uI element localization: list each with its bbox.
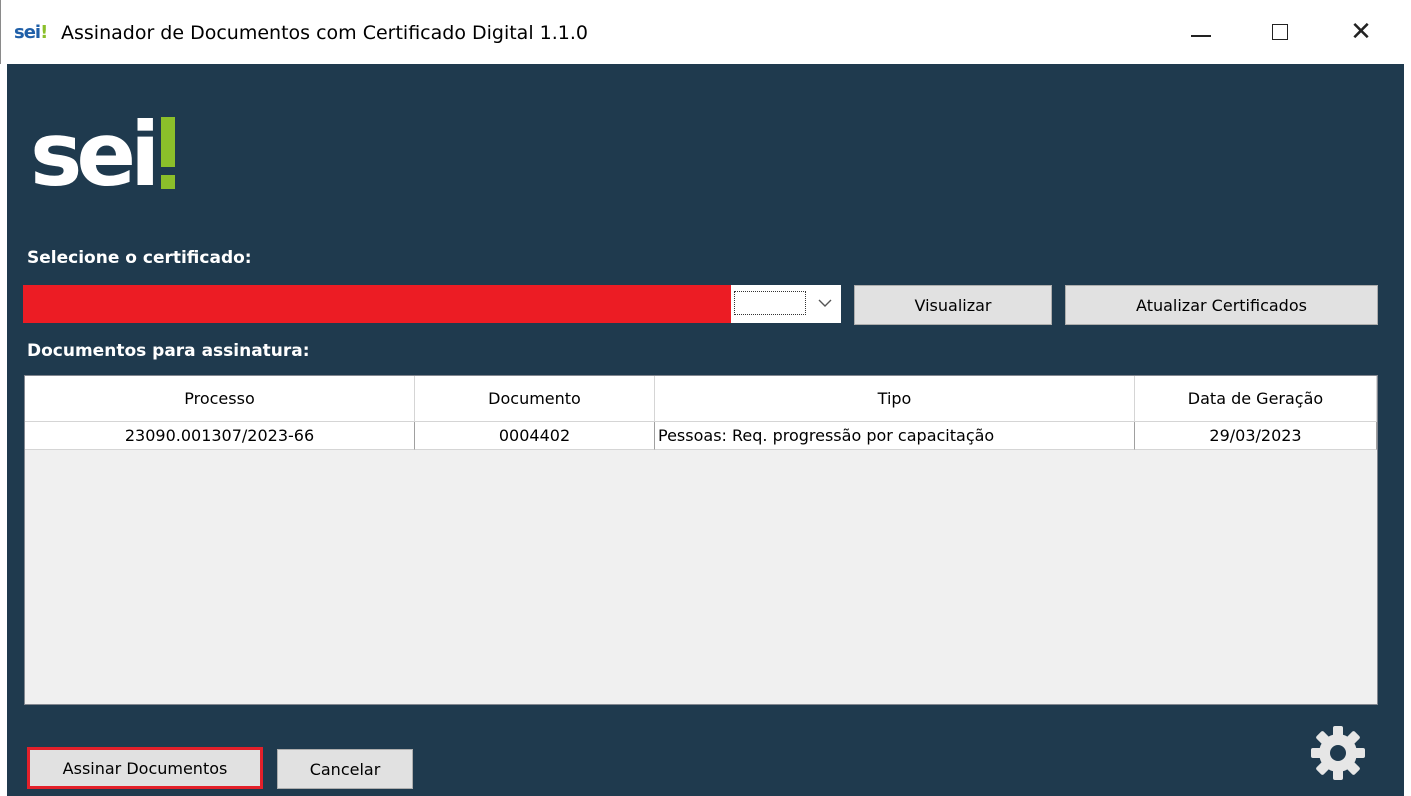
- app-logo-small-bang: !: [40, 22, 48, 43]
- cell-data: 29/03/2023: [1135, 422, 1377, 450]
- cancel-button[interactable]: Cancelar: [277, 749, 413, 789]
- maximize-icon[interactable]: [1255, 12, 1305, 52]
- cell-processo: 23090.001307/2023-66: [25, 422, 415, 450]
- chevron-down-icon[interactable]: [813, 291, 837, 315]
- column-header-processo[interactable]: Processo: [25, 376, 415, 422]
- certificate-label: Selecione o certificado:: [27, 248, 252, 268]
- documents-table: Processo Documento Tipo Data de Geração …: [24, 375, 1378, 705]
- column-header-tipo[interactable]: Tipo: [655, 376, 1135, 422]
- window-title: Assinador de Documentos com Certificado …: [61, 22, 588, 44]
- table-header: Processo Documento Tipo Data de Geração: [25, 376, 1377, 422]
- column-header-data[interactable]: Data de Geração: [1135, 376, 1377, 422]
- close-icon[interactable]: ✕: [1336, 12, 1386, 52]
- sei-logo-text: sei: [30, 103, 160, 206]
- gear-icon[interactable]: [1310, 725, 1366, 781]
- minimize-icon[interactable]: [1176, 12, 1226, 52]
- sei-logo: sei: [30, 105, 190, 205]
- cell-tipo: Pessoas: Req. progressão por capacitação: [655, 422, 1135, 450]
- focus-indicator: [734, 291, 806, 315]
- refresh-certificates-button[interactable]: Atualizar Certificados: [1065, 285, 1378, 325]
- documents-label: Documentos para assinatura:: [27, 341, 310, 361]
- table-row[interactable]: 23090.001307/2023-66 0004402 Pessoas: Re…: [25, 422, 1377, 450]
- title-bar: sei! Assinador de Documentos com Certifi…: [0, 0, 1411, 64]
- certificate-select[interactable]: [23, 285, 841, 323]
- app-logo-small: sei!: [14, 22, 48, 43]
- main-panel: sei Selecione o certificado: Visualizar …: [7, 64, 1404, 796]
- view-certificate-button[interactable]: Visualizar: [854, 285, 1052, 325]
- redacted-certificate-value: [23, 285, 731, 323]
- cell-documento: 0004402: [415, 422, 655, 450]
- column-header-documento[interactable]: Documento: [415, 376, 655, 422]
- sign-documents-button[interactable]: Assinar Documentos: [27, 747, 263, 789]
- app-logo-small-text: sei: [14, 22, 41, 43]
